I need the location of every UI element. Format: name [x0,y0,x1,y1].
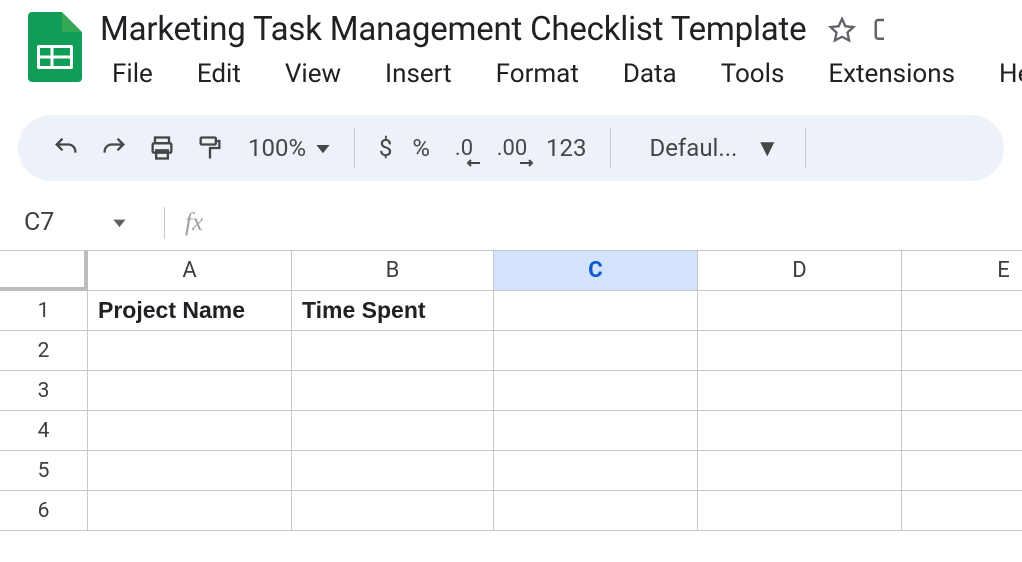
cell[interactable] [902,291,1022,331]
row-header[interactable]: 6 [0,491,88,531]
fx-separator [164,207,165,239]
cell[interactable] [88,491,292,531]
cell[interactable] [292,451,494,491]
menu-file[interactable]: File [90,55,175,95]
percent-button[interactable]: % [402,134,440,162]
sheets-logo[interactable] [28,12,82,82]
document-title[interactable]: Marketing Task Management Checklist Temp… [100,10,806,49]
formula-bar: C7 ▼ fx [0,195,1022,251]
cell[interactable] [88,411,292,451]
cell[interactable] [698,291,902,331]
caret-down-icon: ▼ [312,140,334,157]
cell[interactable] [494,491,698,531]
cell[interactable] [902,331,1022,371]
toolbar-separator [805,128,806,168]
move-icon[interactable] [872,15,884,45]
menu-bar: File Edit View Insert Format Data Tools … [90,55,1022,95]
cell[interactable] [292,491,494,531]
cell[interactable] [698,451,902,491]
menu-tools[interactable]: Tools [699,55,807,95]
column-header[interactable]: E [902,251,1022,291]
number-format-button[interactable]: 123 [536,134,596,162]
row-header[interactable]: 5 [0,451,88,491]
row-header[interactable]: 4 [0,411,88,451]
cell[interactable] [902,451,1022,491]
cell[interactable] [494,411,698,451]
cell[interactable] [902,371,1022,411]
paint-format-button[interactable] [186,124,234,172]
menu-edit[interactable]: Edit [175,55,263,95]
font-dropdown[interactable]: Defaul... ▼ [625,134,791,163]
cell[interactable] [494,291,698,331]
cell[interactable] [698,331,902,371]
cell[interactable] [88,331,292,371]
cell[interactable]: Time Spent [292,291,494,331]
name-box[interactable]: C7 ▼ [0,208,148,237]
currency-button[interactable]: $ [369,134,403,162]
cell[interactable] [494,371,698,411]
toolbar: 100% ▼ $ % .0 .00 123 Defaul... ▼ [18,115,1004,181]
cell[interactable] [292,371,494,411]
menu-view[interactable]: View [263,55,363,95]
caret-down-icon: ▼ [755,134,779,163]
row-header[interactable]: 2 [0,331,88,371]
cell[interactable] [698,411,902,451]
row-header[interactable]: 1 [0,291,88,331]
increase-decimal-button[interactable]: .00 [488,124,536,172]
cell[interactable] [698,371,902,411]
undo-button[interactable] [42,124,90,172]
row-header[interactable]: 3 [0,371,88,411]
star-icon[interactable] [828,16,856,44]
column-header[interactable]: C [494,251,698,291]
column-header[interactable]: A [88,251,292,291]
cell[interactable] [902,491,1022,531]
cell[interactable] [902,411,1022,451]
cell[interactable] [494,331,698,371]
menu-help[interactable]: Help [977,55,1022,95]
menu-extensions[interactable]: Extensions [806,55,977,95]
menu-data[interactable]: Data [601,55,699,95]
cell[interactable] [88,451,292,491]
redo-button[interactable] [90,124,138,172]
menu-format[interactable]: Format [474,55,601,95]
cell[interactable] [292,331,494,371]
cell[interactable] [88,371,292,411]
toolbar-separator [354,128,355,168]
font-name: Defaul... [649,134,737,162]
spreadsheet-grid[interactable]: ABCDE 1Project NameTime Spent 23456 [0,251,1022,531]
name-box-value: C7 [24,208,54,237]
select-all-cell[interactable] [0,251,88,291]
cell[interactable] [494,451,698,491]
cell[interactable]: Project Name [88,291,292,331]
formula-input[interactable] [215,195,1022,250]
cell[interactable] [292,411,494,451]
menu-insert[interactable]: Insert [363,55,474,95]
decrease-decimal-button[interactable]: .0 [440,124,488,172]
cell[interactable] [698,491,902,531]
toolbar-separator [610,128,611,168]
print-button[interactable] [138,124,186,172]
fx-icon: fx [185,209,203,237]
column-header[interactable]: D [698,251,902,291]
app-header: Marketing Task Management Checklist Temp… [0,0,1022,95]
zoom-dropdown[interactable]: 100% ▼ [234,134,340,162]
caret-down-icon: ▼ [109,215,130,231]
column-header[interactable]: B [292,251,494,291]
zoom-value: 100% [248,134,306,162]
